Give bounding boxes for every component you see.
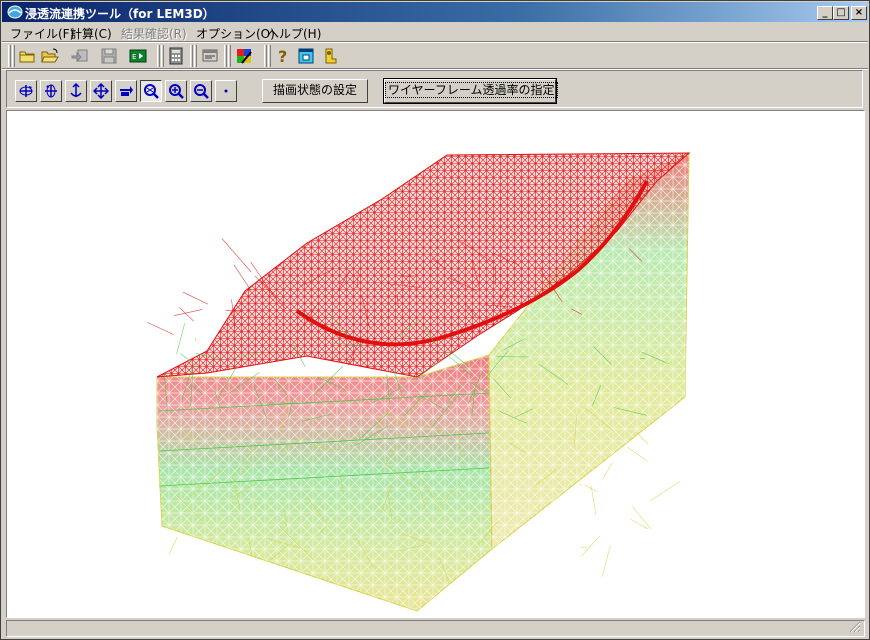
toolbar-separator bbox=[264, 45, 267, 67]
palette-icon[interactable] bbox=[234, 46, 254, 66]
menu-calculate[interactable]: 計算(C) bbox=[70, 25, 112, 42]
minimize-button[interactable]: _ bbox=[817, 6, 833, 20]
point-icon bbox=[224, 89, 228, 93]
toolbar-separator bbox=[194, 45, 197, 67]
export-icon[interactable] bbox=[320, 46, 340, 66]
rotate-x-button[interactable] bbox=[15, 80, 37, 102]
draw-settings-label: 描画状態の設定 bbox=[272, 83, 357, 97]
mesh-edge bbox=[183, 291, 208, 305]
resize-grip-icon[interactable] bbox=[849, 621, 861, 633]
rotate-z-icon bbox=[70, 83, 82, 97]
mesh-edge bbox=[602, 462, 613, 480]
toolbar-separator bbox=[228, 45, 231, 67]
rotate-y-button[interactable] bbox=[40, 80, 62, 102]
menu-options[interactable]: オプション(O) bbox=[196, 25, 275, 42]
toolbar-separator bbox=[157, 45, 160, 67]
help-icon[interactable]: ? bbox=[273, 46, 293, 66]
window-icon[interactable] bbox=[296, 46, 316, 66]
zoom-out-button[interactable] bbox=[190, 80, 212, 102]
maximize-button[interactable]: □ bbox=[833, 6, 849, 20]
mesh-edge bbox=[626, 446, 648, 462]
open-folder-icon[interactable] bbox=[40, 46, 60, 66]
main-toolbar: E ? bbox=[2, 43, 868, 69]
wireframe-mesh[interactable] bbox=[7, 111, 864, 617]
mesh-edge bbox=[147, 322, 174, 335]
menu-bar: ファイル(F) 計算(C) 結果確認(R) オプション(O) ヘルプ(H) bbox=[2, 22, 868, 41]
move-button[interactable] bbox=[115, 80, 137, 102]
mesh-edge bbox=[649, 481, 681, 501]
menu-help[interactable]: ヘルプ(H) bbox=[267, 25, 321, 42]
import-icon[interactable] bbox=[70, 46, 90, 66]
draw-settings-button[interactable]: 描画状態の設定 bbox=[262, 79, 368, 103]
toolbar-separator bbox=[190, 45, 193, 67]
pan-icon bbox=[93, 83, 109, 99]
zoom-window-icon bbox=[144, 84, 159, 99]
mesh-edge bbox=[630, 518, 648, 530]
svg-text:?: ? bbox=[278, 47, 287, 66]
rotate-y-icon bbox=[45, 84, 57, 98]
mesh-edge bbox=[635, 432, 649, 444]
toolbar-grip bbox=[8, 45, 11, 67]
title-bar[interactable]: 浸透流連携ツール（for LEM3D） _ □ × bbox=[2, 2, 868, 22]
menu-results[interactable]: 結果確認(R) bbox=[121, 25, 187, 42]
close-button[interactable]: × bbox=[851, 6, 867, 20]
toolbar-separator bbox=[268, 45, 271, 67]
mesh-edge bbox=[176, 323, 186, 355]
calculator-icon[interactable] bbox=[166, 46, 186, 66]
window-title: 浸透流連携ツール（for LEM3D） bbox=[25, 7, 215, 21]
mesh-edge bbox=[601, 545, 611, 577]
wireframe-transparency-button[interactable]: ワイヤーフレーム透過率の指定 bbox=[383, 78, 558, 104]
toolbar-grip bbox=[12, 45, 15, 67]
mesh-edge bbox=[584, 484, 598, 493]
wireframe-transparency-label: ワイヤーフレーム透過率の指定 bbox=[385, 82, 558, 98]
mesh-edge bbox=[221, 238, 252, 273]
svg-text:E: E bbox=[132, 53, 136, 61]
status-bar bbox=[6, 620, 865, 637]
zoom-window-button[interactable] bbox=[140, 80, 162, 102]
new-file-icon[interactable] bbox=[17, 46, 37, 66]
zoom-in-button[interactable] bbox=[165, 80, 187, 102]
run-icon[interactable]: E bbox=[128, 46, 148, 66]
form-icon[interactable] bbox=[200, 46, 220, 66]
mesh-edge bbox=[173, 309, 203, 317]
menu-file[interactable]: ファイル(F) bbox=[10, 25, 74, 42]
main-window: 浸透流連携ツール（for LEM3D） _ □ × ファイル(F) 計算(C) … bbox=[0, 0, 870, 640]
save-icon[interactable] bbox=[99, 46, 119, 66]
mesh-edge bbox=[581, 535, 600, 557]
viewport-3d[interactable] bbox=[6, 110, 865, 618]
zoom-in-icon bbox=[169, 84, 184, 99]
view-toolbar: 描画状態の設定 ワイヤーフレーム透過率の指定 bbox=[6, 70, 863, 108]
toolbar-separator bbox=[224, 45, 227, 67]
rotate-x-icon bbox=[19, 85, 33, 97]
mesh-edge bbox=[579, 483, 583, 487]
zoom-out-icon bbox=[194, 84, 209, 99]
move-icon bbox=[120, 86, 133, 96]
mesh-edge bbox=[168, 536, 178, 555]
toolbar-separator bbox=[161, 45, 164, 67]
rotate-z-button[interactable] bbox=[65, 80, 87, 102]
pan-button[interactable] bbox=[90, 80, 112, 102]
point-button[interactable] bbox=[215, 80, 237, 102]
app-icon bbox=[7, 5, 23, 19]
